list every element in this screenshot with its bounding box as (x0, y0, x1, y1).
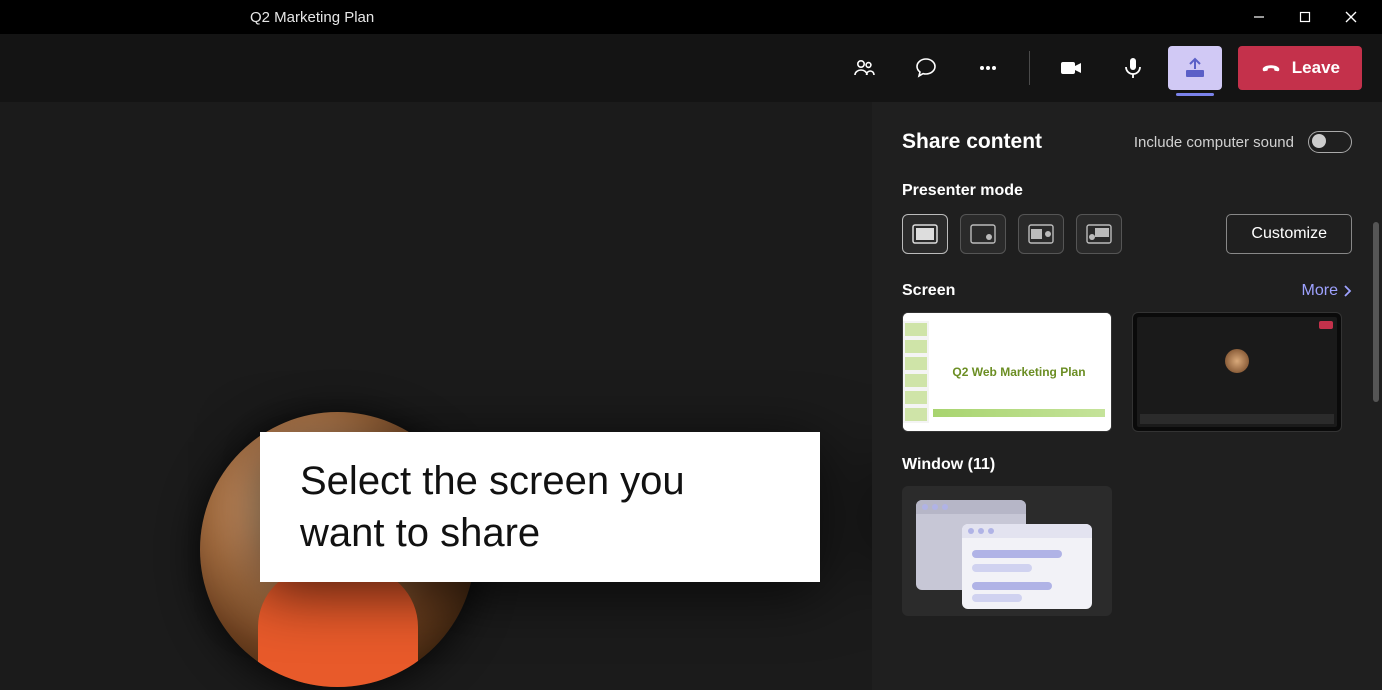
window-titlebar: Q2 Marketing Plan (0, 0, 1382, 34)
camera-button[interactable] (1044, 44, 1098, 92)
share-tray-icon (1183, 56, 1207, 80)
share-content-panel: Share content Include computer sound Pre… (872, 102, 1382, 690)
camera-icon (1059, 56, 1083, 80)
ellipsis-icon (976, 56, 1000, 80)
reporter-icon (1086, 224, 1112, 244)
people-icon (852, 56, 876, 80)
share-panel-title: Share content (902, 130, 1042, 154)
microphone-icon (1121, 56, 1145, 80)
window-section-label: Window (11) (902, 456, 1352, 474)
maximize-icon (1299, 11, 1311, 23)
chat-button[interactable] (899, 44, 953, 92)
toggle-knob-icon (1312, 134, 1326, 148)
side-by-side-icon (1028, 224, 1054, 244)
chat-icon (914, 56, 938, 80)
include-sound-label: Include computer sound (1134, 134, 1294, 151)
screen-thumbnail-1[interactable]: Q2 Web Marketing Plan (902, 312, 1112, 432)
close-icon (1345, 11, 1357, 23)
screen-thumbnail-1-caption: Q2 Web Marketing Plan (952, 365, 1085, 379)
customize-button[interactable]: Customize (1226, 214, 1352, 254)
window-minimize-button[interactable] (1236, 0, 1282, 34)
standout-icon (970, 224, 996, 244)
include-sound-toggle[interactable] (1308, 131, 1352, 153)
instruction-callout: Select the screen you want to share (260, 432, 880, 582)
microphone-button[interactable] (1106, 44, 1160, 92)
presenter-mode-side-by-side[interactable] (1018, 214, 1064, 254)
minimize-icon (1253, 11, 1265, 23)
leave-button[interactable]: Leave (1238, 46, 1362, 90)
share-content-button[interactable] (1168, 46, 1222, 90)
window-thumbnail[interactable] (902, 486, 1112, 616)
screen-more-link[interactable]: More (1302, 282, 1352, 300)
screen-thumbnail-2[interactable] (1132, 312, 1342, 432)
chevron-right-icon (1344, 285, 1352, 297)
window-maximize-button[interactable] (1282, 0, 1328, 34)
screen-section-label: Screen (902, 282, 955, 300)
presenter-mode-content-only[interactable] (902, 214, 948, 254)
content-only-icon (912, 224, 938, 244)
more-label: More (1302, 282, 1338, 300)
controls-divider (1029, 51, 1030, 85)
presenter-mode-reporter[interactable] (1076, 214, 1122, 254)
more-actions-button[interactable] (961, 44, 1015, 92)
window-close-button[interactable] (1328, 0, 1374, 34)
meeting-controls-bar: Leave (0, 34, 1382, 102)
panel-scrollbar[interactable] (1373, 222, 1379, 402)
meeting-title: Q2 Marketing Plan (250, 9, 1236, 26)
callout-text: Select the screen you want to share (300, 455, 780, 559)
people-button[interactable] (837, 44, 891, 92)
presenter-mode-label: Presenter mode (902, 182, 1352, 200)
hangup-icon (1260, 57, 1282, 79)
presenter-mode-standout[interactable] (960, 214, 1006, 254)
leave-label: Leave (1292, 58, 1340, 78)
